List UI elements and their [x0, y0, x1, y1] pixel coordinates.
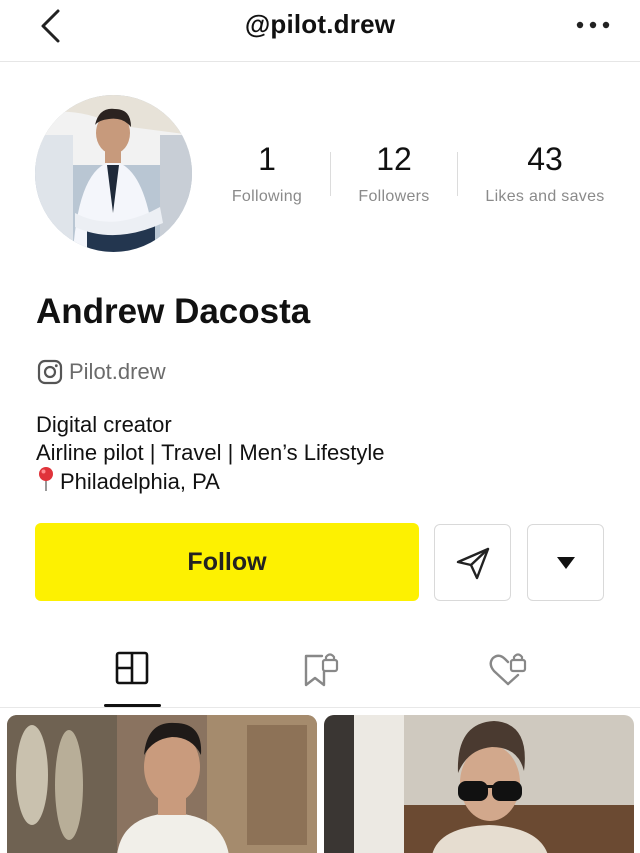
heart-lock-icon: [489, 653, 527, 686]
bio-line: Digital creator: [36, 412, 172, 437]
top-bar: @pilot.drew: [0, 0, 640, 62]
instagram-handle: Pilot.drew: [69, 359, 166, 384]
follow-button[interactable]: Follow: [35, 523, 419, 601]
stat-divider: [330, 152, 331, 196]
post-thumbnail[interactable]: [7, 715, 317, 853]
post-thumbnail[interactable]: [324, 715, 634, 853]
bio-location: Philadelphia, PA: [36, 466, 385, 496]
tab-liked[interactable]: [468, 638, 548, 708]
stat-followers[interactable]: 12 Followers: [348, 140, 440, 206]
instagram-link[interactable]: Pilot.drew: [37, 359, 166, 385]
instagram-icon: [37, 359, 63, 385]
avatar[interactable]: [35, 95, 192, 252]
paper-plane-icon: [456, 547, 489, 579]
more-options-button[interactable]: [568, 10, 618, 40]
bio-line: Airline pilot | Travel | Men’s Lifestyle: [36, 439, 385, 465]
tab-posts[interactable]: [92, 638, 172, 708]
following-label: Following: [231, 188, 303, 205]
stat-divider: [457, 152, 458, 196]
likes-saves-count: 43: [527, 141, 563, 177]
followers-label: Followers: [358, 188, 430, 205]
send-message-button[interactable]: [434, 524, 511, 601]
profile-tabs: [0, 638, 640, 708]
bookmark-lock-icon: [304, 653, 339, 687]
likes-saves-label: Likes and saves: [485, 188, 605, 205]
tab-saved[interactable]: [280, 638, 360, 708]
location-text: Philadelphia, PA: [60, 469, 220, 494]
location-pin-icon: [39, 467, 53, 491]
profile-handle-title: @pilot.drew: [244, 9, 396, 39]
followers-count: 12: [376, 141, 412, 177]
profile-name: Andrew Dacosta: [36, 292, 311, 331]
avatar-photo: [35, 95, 192, 252]
post-image: [7, 715, 317, 853]
stat-likes-saves[interactable]: 43 Likes and saves: [478, 140, 612, 206]
following-count: 1: [258, 141, 276, 177]
dropdown-button[interactable]: [527, 524, 604, 601]
stat-following[interactable]: 1 Following: [222, 140, 312, 206]
grid-layout-icon: [115, 651, 149, 685]
bio: Digital creator Airline pilot | Travel |…: [36, 411, 385, 496]
post-image: [324, 715, 634, 853]
active-tab-indicator: [104, 704, 161, 707]
more-dots-icon: [576, 21, 610, 29]
caret-down-icon: [556, 556, 575, 569]
